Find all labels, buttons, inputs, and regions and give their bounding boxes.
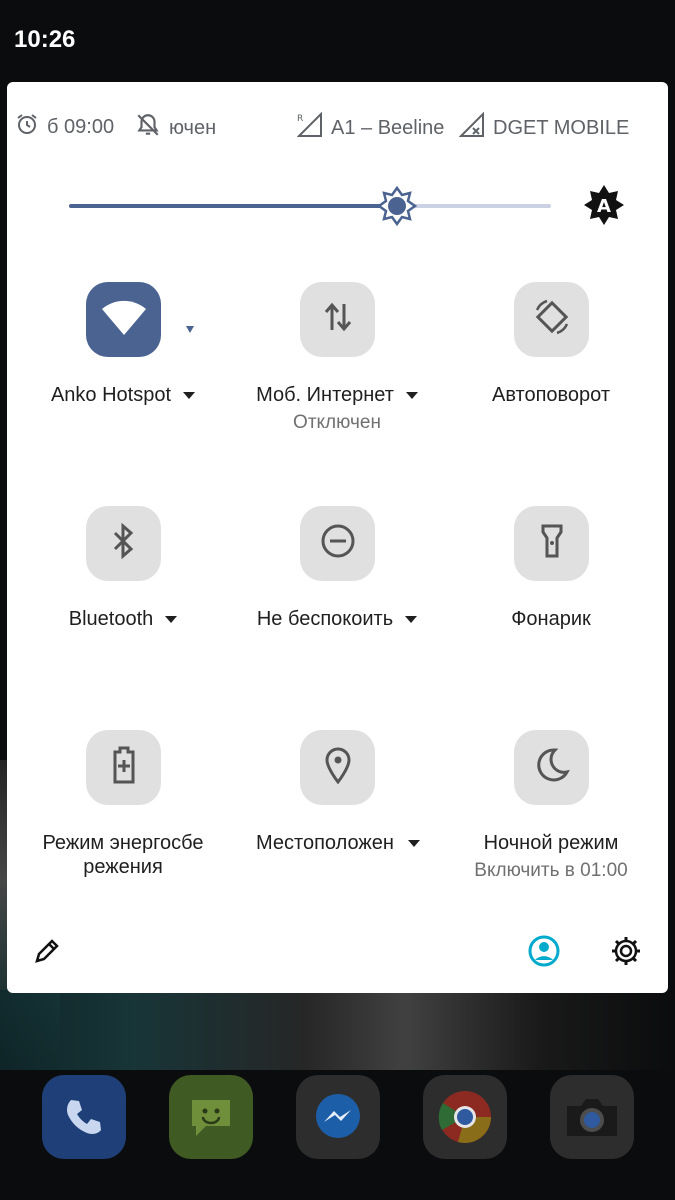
next-alarm[interactable]: б 09:00 — [15, 112, 121, 142]
tile-label[interactable]: Ночной режим — [451, 832, 651, 855]
tile-label[interactable]: Режим энергосбе — [23, 832, 223, 855]
tile-label[interactable]: Местоположен — [237, 832, 437, 855]
night-mode-icon — [533, 746, 571, 789]
tile-mobile-data[interactable]: Моб. Интернет Отключен — [237, 282, 437, 482]
tile-night-mode[interactable]: Ночной режим Включить в 01:00 — [451, 730, 651, 930]
brightness-slider[interactable] — [69, 185, 551, 227]
auto-rotate-toggle[interactable] — [514, 282, 589, 357]
notifications-off-icon — [135, 112, 161, 144]
tile-label[interactable]: Anko Hotspot — [23, 384, 223, 407]
settings-button[interactable] — [608, 935, 644, 971]
flashlight-toggle[interactable] — [514, 506, 589, 581]
alarm-time: б 09:00 — [47, 115, 115, 138]
home-dock — [0, 1075, 675, 1165]
chevron-down-icon[interactable] — [408, 840, 420, 848]
auto-brightness-letter: A — [597, 196, 611, 217]
quick-settings-panel: б 09:00 ючен R A1 – Beeline DGET MOBILE — [7, 82, 668, 993]
tile-sublabel: Включить в 01:00 — [474, 860, 628, 881]
do-not-disturb-icon — [319, 522, 357, 565]
status-bar-time: 10:26 — [14, 26, 76, 53]
sim2-status: DGET MOBILE — [458, 111, 630, 144]
sim1-status: R A1 – Beeline — [296, 111, 445, 144]
tile-label-line2[interactable]: режения — [23, 856, 223, 879]
roaming-signal-icon: R — [296, 111, 323, 144]
brightness-sun-icon[interactable] — [376, 185, 418, 227]
pencil-icon — [33, 937, 61, 970]
dnd-status[interactable]: ючен — [135, 112, 216, 144]
svg-text:R: R — [297, 114, 303, 124]
brightness-track-filled — [69, 204, 397, 208]
flashlight-icon — [540, 523, 564, 564]
chevron-down-icon[interactable] — [405, 616, 418, 624]
tile-auto-rotate[interactable]: Автоповорот — [451, 282, 651, 482]
phone-icon[interactable] — [42, 1075, 126, 1159]
hotspot-dropdown-indicator — [186, 326, 194, 333]
sim1-carrier: A1 – Beeline — [331, 116, 445, 139]
chrome-icon[interactable] — [423, 1075, 507, 1159]
chevron-down-icon[interactable] — [183, 392, 196, 400]
tile-bluetooth[interactable]: Bluetooth — [23, 506, 223, 706]
edit-button[interactable] — [29, 935, 65, 971]
messaging-icon[interactable] — [169, 1075, 253, 1159]
tile-location[interactable]: Местоположен — [237, 730, 437, 930]
tile-flashlight[interactable]: Фонарик — [451, 506, 651, 706]
tile-hotspot[interactable]: Anko Hotspot — [23, 282, 223, 482]
user-button[interactable] — [526, 935, 562, 971]
wallpaper — [0, 990, 675, 1070]
mobile-data-icon — [323, 300, 353, 339]
tile-do-not-disturb[interactable]: Не беспокоить — [237, 506, 437, 706]
bluetooth-toggle[interactable] — [86, 506, 161, 581]
wifi-icon — [100, 297, 148, 342]
camera-icon[interactable] — [550, 1075, 634, 1159]
night-mode-toggle[interactable] — [514, 730, 589, 805]
quick-settings-footer — [7, 927, 668, 977]
location-toggle[interactable] — [300, 730, 375, 805]
account-circle-icon — [528, 935, 560, 972]
tile-label[interactable]: Bluetooth — [23, 608, 223, 631]
sim2-carrier: DGET MOBILE — [493, 116, 630, 139]
tile-battery-saver[interactable]: Режим энергосбе режения — [23, 730, 223, 930]
location-icon — [324, 746, 352, 789]
tile-sublabel: Отключен — [293, 412, 381, 433]
battery-saver-toggle[interactable] — [86, 730, 161, 805]
tile-label[interactable]: Не беспокоить — [237, 608, 437, 631]
gear-icon — [610, 935, 642, 972]
hotspot-toggle[interactable] — [86, 282, 161, 357]
no-signal-icon — [458, 111, 485, 144]
tile-label[interactable]: Моб. Интернет — [237, 384, 437, 407]
tile-label[interactable]: Фонарик — [451, 608, 651, 631]
dnd-toggle[interactable] — [300, 506, 375, 581]
messenger-icon[interactable] — [296, 1075, 380, 1159]
alarm-icon — [15, 112, 39, 142]
chevron-down-icon[interactable] — [405, 392, 418, 400]
tile-label[interactable]: Автоповорот — [451, 384, 651, 407]
battery-saver-icon — [112, 746, 136, 789]
mobile-data-toggle[interactable] — [300, 282, 375, 357]
auto-brightness-icon[interactable]: A — [583, 184, 625, 226]
dnd-text: ючен — [169, 116, 217, 139]
chevron-down-icon[interactable] — [165, 616, 178, 624]
brightness-track-empty — [397, 204, 551, 208]
auto-rotate-icon — [533, 298, 571, 341]
quick-info-row: б 09:00 ючен R A1 – Beeline DGET MOBILE — [7, 111, 668, 144]
bluetooth-icon — [111, 522, 137, 564]
